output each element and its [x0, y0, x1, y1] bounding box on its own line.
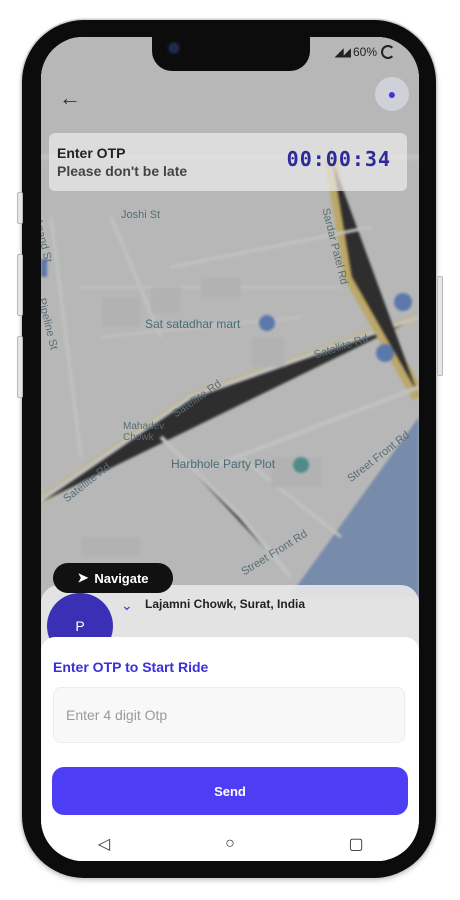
- navigate-label: Navigate: [94, 570, 149, 586]
- sheet-title: Enter OTP to Start Ride: [53, 659, 209, 675]
- nav-back-triangle-icon[interactable]: ◁: [74, 834, 134, 854]
- back-arrow-icon[interactable]: ←: [59, 85, 81, 111]
- android-nav-bar: ◁ ○ ▢: [41, 827, 419, 861]
- otp-timer-card: Enter OTP Please don't be late 00:00:34: [49, 133, 407, 191]
- send-button[interactable]: Send: [52, 767, 408, 815]
- phone-volume-up: [17, 254, 23, 316]
- front-camera-icon: [169, 43, 179, 53]
- phone-mute-switch: [17, 192, 23, 224]
- otp-bottom-sheet: Enter OTP to Start Ride Send: [41, 637, 419, 827]
- status-bar: ◢◢ 60%: [334, 45, 395, 59]
- navigation-arrow-icon: ➤: [77, 570, 89, 585]
- otp-card-title: Enter OTP: [57, 145, 126, 161]
- nav-recents-square-icon[interactable]: ▢: [326, 834, 386, 854]
- signal-icon: ◢◢: [334, 45, 352, 59]
- bell-icon[interactable]: ●: [375, 77, 409, 111]
- loading-ring-icon: [381, 45, 395, 59]
- battery-percent: 60%: [352, 45, 377, 59]
- countdown-timer: 00:00:34: [286, 147, 391, 171]
- phone-power-button: [437, 276, 443, 376]
- phone-notch: [152, 37, 310, 71]
- nav-home-circle-icon[interactable]: ○: [200, 835, 260, 853]
- otp-input[interactable]: [53, 687, 405, 743]
- pickup-location: Lajamni Chowk, Surat, India: [145, 597, 306, 611]
- phone-volume-down: [17, 336, 23, 398]
- phone-screen: Joshi St Sardar Patel Rd Sat satadhar ma…: [41, 37, 419, 861]
- otp-card-subtitle: Please don't be late: [57, 163, 188, 179]
- navigate-button[interactable]: ➤ Navigate: [53, 563, 173, 593]
- chevron-down-icon: ⌄: [121, 597, 133, 613]
